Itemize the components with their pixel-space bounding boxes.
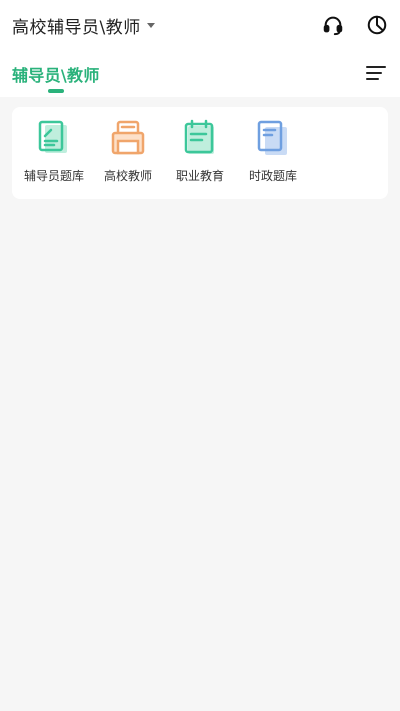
page-title: 高校辅导员\教师 — [12, 17, 141, 38]
notepad-icon — [184, 119, 214, 154]
exam-selector[interactable]: 高校辅导员\教师 — [12, 12, 155, 38]
customer-support-button[interactable] — [320, 12, 346, 38]
headset-icon — [323, 16, 343, 36]
category-vocational-education[interactable]: 职业教育 — [160, 119, 240, 189]
category-label: 高校教师 — [103, 169, 152, 183]
printer-icon — [111, 120, 145, 155]
tab-counselor-teacher[interactable]: 辅导员\教师 — [12, 62, 100, 86]
menu-icon — [366, 66, 386, 80]
documents-icon — [257, 120, 287, 155]
category-label: 时政题库 — [248, 169, 297, 183]
top-bar: 高校辅导员\教师 辅导员\教师 — [0, 0, 400, 97]
caret-down-icon — [146, 22, 155, 28]
category-current-affairs-bank[interactable]: 时政题库 — [233, 119, 313, 189]
category-label: 职业教育 — [175, 169, 224, 183]
category-college-teacher[interactable]: 高校教师 — [88, 119, 168, 189]
tab-indicator — [48, 89, 64, 93]
category-counselor-bank[interactable]: 辅导员题库 — [14, 119, 94, 189]
menu-button[interactable] — [364, 62, 388, 84]
category-card: 辅导员题库 高校教师 职业教育 时政题库 — [12, 107, 388, 199]
document-icon — [38, 120, 67, 153]
statistics-button[interactable] — [364, 12, 390, 38]
tab-bar: 辅导员\教师 — [0, 56, 400, 97]
pie-chart-icon — [367, 15, 387, 35]
category-label: 辅导员题库 — [23, 169, 84, 183]
